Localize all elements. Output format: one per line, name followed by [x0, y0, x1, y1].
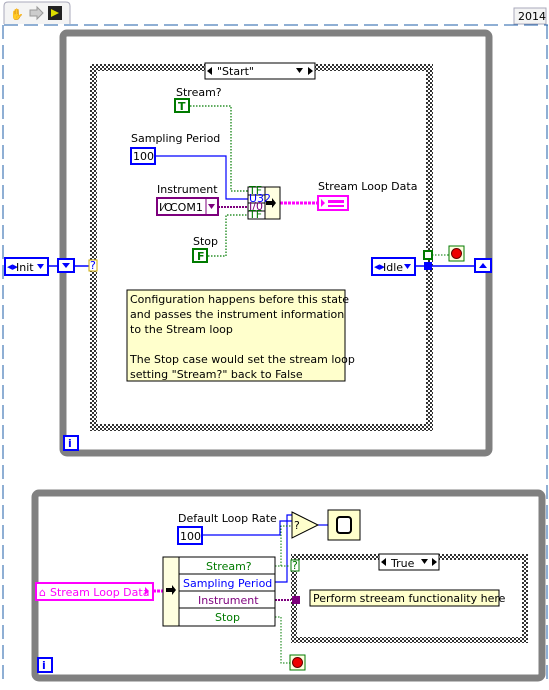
input-label: Stream Loop Data: [50, 586, 149, 599]
inner-case-selector[interactable]: True: [378, 553, 440, 571]
bundle-node[interactable]: TF U32 I/0 TF: [247, 184, 281, 221]
inner-case-value: True: [390, 557, 415, 570]
sampling-value: 100: [133, 150, 154, 163]
selector-question: ?: [90, 259, 96, 272]
tunnel: [424, 262, 432, 270]
hand-icon[interactable]: ✋: [10, 8, 24, 21]
comment-line: and passes the instrument information: [130, 308, 344, 321]
select-node[interactable]: ?: [291, 511, 320, 539]
instrument-value: COM1: [170, 201, 203, 214]
selector-question: ?: [292, 559, 298, 572]
comment-line: The Stop case would set the stream loop: [129, 353, 355, 366]
tunnel: [292, 596, 300, 604]
stop-label: Stop: [193, 235, 218, 248]
case-selector-value: "Start": [217, 65, 254, 78]
init-constant[interactable]: ◂▸ Init: [4, 257, 49, 276]
svg-text:?: ?: [294, 519, 300, 532]
idle-value: Idle: [383, 261, 403, 274]
toolbar: ✋ 2014: [3, 1, 547, 25]
case-selector[interactable]: "Start": [204, 62, 316, 80]
boolean-tunnel: [423, 250, 433, 260]
instrument-constant[interactable]: I⁄O COM1: [156, 197, 219, 216]
stream-loop-data-local[interactable]: ⌂ Stream Loop Data: [35, 582, 154, 601]
watch-icon: [336, 516, 352, 534]
unbundle-item: Sampling Period: [183, 577, 272, 590]
default-rate-value: 100: [180, 530, 201, 543]
sampling-label: Sampling Period: [131, 132, 220, 145]
comment-line: Configuration happens before this state: [130, 293, 349, 306]
unbundle-item: Instrument: [198, 594, 259, 607]
stop-condition-terminal[interactable]: [448, 245, 465, 262]
bundle-term: TF: [248, 208, 262, 221]
iteration-label: i: [68, 437, 72, 450]
version-label: 2014: [518, 10, 546, 23]
comment-line: to the Stream loop: [130, 323, 233, 336]
unbundle-item: Stop: [215, 611, 240, 624]
stop-value: F: [197, 250, 205, 263]
stream-value: T: [178, 100, 186, 113]
stop-icon: [292, 657, 303, 668]
iteration-label: i: [42, 659, 46, 672]
init-value: Init: [16, 261, 34, 274]
stream-loop-data-label: Stream Loop Data: [318, 180, 417, 193]
unbundle-by-name-node[interactable]: Stream? Sampling Period Instrument Stop: [162, 556, 276, 627]
case-comment-text: Perform streeam functionality here: [313, 592, 506, 605]
block-diagram: ✋ 2014 i "Start" Stream? T Sampling Peri…: [2, 1, 548, 684]
comment-line: setting "Stream?" back to False: [130, 368, 303, 381]
stop-condition-terminal[interactable]: [289, 654, 306, 671]
wait-node[interactable]: [327, 509, 361, 541]
stop-icon: [451, 248, 462, 259]
default-rate-label: Default Loop Rate: [178, 512, 277, 525]
instrument-label: Instrument: [157, 183, 218, 196]
unbundle-item: Stream?: [206, 560, 252, 573]
idle-constant[interactable]: ◂▸ Idle: [371, 257, 416, 276]
stream-label: Stream?: [176, 86, 222, 99]
svg-text:⌂: ⌂: [39, 586, 46, 599]
